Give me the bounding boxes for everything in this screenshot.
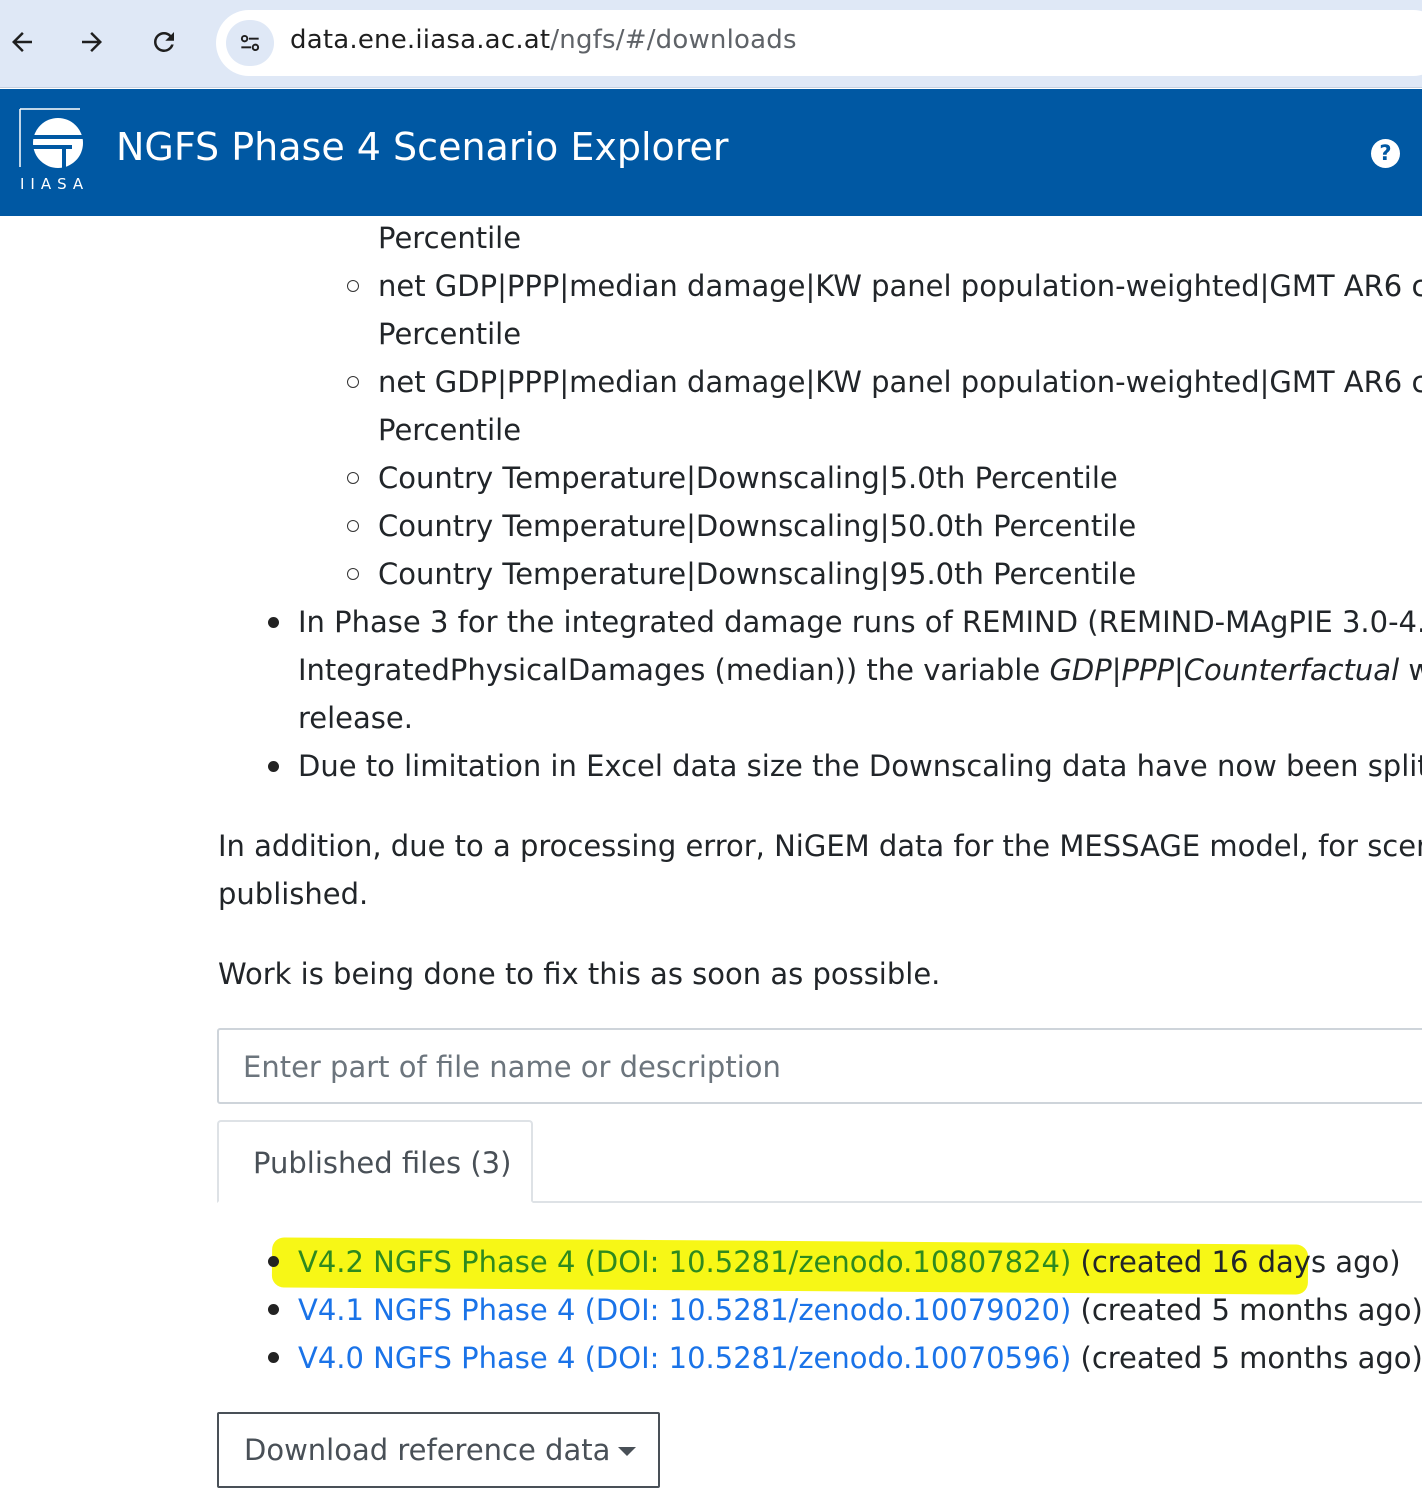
reload-button[interactable]	[140, 18, 188, 66]
list-item-text: Percentile	[378, 413, 522, 447]
search-input[interactable]	[243, 1050, 1393, 1084]
arrow-left-icon	[12, 32, 32, 52]
file-created: (created 5 months ago)	[1080, 1341, 1422, 1375]
file-list-item: V4.2 NGFS Phase 4 (DOI: 10.5281/zenodo.1…	[298, 1242, 1401, 1282]
url-path: /ngfs/#/downloads	[550, 25, 797, 55]
phase3-text-part: IntegratedPhysicalDamages (median)) the …	[298, 653, 1050, 687]
tab-label: Published files (3)	[253, 1146, 512, 1180]
help-icon[interactable]: ?	[1371, 139, 1400, 168]
site-info-icon[interactable]	[226, 20, 274, 66]
circle-bullet	[347, 376, 359, 388]
arrow-right-icon	[82, 32, 102, 52]
list-item-text: Country Temperature|Downscaling|95.0th P…	[378, 557, 1137, 591]
file-link[interactable]: V4.1 NGFS Phase 4 (DOI: 10.5281/zenodo.1…	[298, 1293, 1071, 1327]
phase3-text-line3: release.	[298, 701, 413, 735]
logo-text: IIASA	[20, 175, 90, 193]
dot-bullet	[268, 1256, 279, 1267]
list-item-text: Country Temperature|Downscaling|50.0th P…	[378, 509, 1137, 543]
main-content: Percentile net GDP|PPP|median damage|KW …	[0, 216, 1422, 1500]
file-list-item: V4.0 NGFS Phase 4 (DOI: 10.5281/zenodo.1…	[298, 1338, 1422, 1378]
file-link[interactable]: V4.0 NGFS Phase 4 (DOI: 10.5281/zenodo.1…	[298, 1341, 1071, 1375]
url-text[interactable]: data.ene.iiasa.ac.at/ngfs/#/downloads	[290, 25, 797, 55]
list-item-text: Percentile	[378, 317, 522, 351]
phase3-text-part: with	[1408, 653, 1422, 687]
variable-name: GDP|PPP|Counterfactual	[1049, 653, 1400, 687]
download-button-label: Download reference data	[244, 1433, 611, 1467]
file-link[interactable]: V4.2 NGFS Phase 4 (DOI: 10.5281/zenodo.1…	[298, 1245, 1071, 1279]
nigem-paragraph-line1: In addition, due to a processing error, …	[218, 829, 1422, 863]
work-paragraph: Work is being done to fix this as soon a…	[218, 957, 941, 991]
dot-bullet	[268, 761, 279, 772]
forward-button[interactable]	[68, 18, 116, 66]
circle-bullet	[347, 520, 359, 532]
file-created: (created 5 months ago)	[1080, 1293, 1422, 1327]
list-item-text: Percentile	[378, 221, 522, 255]
list-item-text: Country Temperature|Downscaling|5.0th Pe…	[378, 461, 1118, 495]
app-title: NGFS Phase 4 Scenario Explorer	[116, 125, 729, 169]
caret-down-icon	[618, 1447, 636, 1456]
list-item-text: net GDP|PPP|median damage|KW panel popul…	[378, 269, 1422, 303]
circle-bullet	[347, 280, 359, 292]
reload-icon	[154, 31, 174, 52]
circle-bullet	[347, 472, 359, 484]
url-host: data.ene.iiasa.ac.at	[290, 25, 551, 55]
nigem-paragraph-line2: published.	[218, 877, 369, 911]
list-item-text: net GDP|PPP|median damage|KW panel popul…	[378, 365, 1422, 399]
back-button[interactable]	[0, 18, 46, 66]
phase3-text-line1: In Phase 3 for the integrated damage run…	[298, 605, 1422, 639]
download-reference-data-button[interactable]: Download reference data	[217, 1412, 660, 1488]
file-search-box	[217, 1028, 1422, 1104]
phase3-text-line2: IntegratedPhysicalDamages (median)) the …	[298, 650, 1422, 690]
app-header: IIASA NGFS Phase 4 Scenario Explorer ?	[0, 89, 1422, 216]
browser-toolbar: data.ene.iiasa.ac.at/ngfs/#/downloads	[0, 0, 1422, 88]
excel-limitation-text: Due to limitation in Excel data size the…	[298, 749, 1422, 783]
address-bar[interactable]: data.ene.iiasa.ac.at/ngfs/#/downloads	[216, 10, 1422, 76]
dot-bullet	[268, 617, 279, 628]
tab-published-files[interactable]: Published files (3)	[217, 1120, 533, 1203]
circle-bullet	[347, 568, 359, 580]
dot-bullet	[268, 1352, 279, 1363]
file-created: (created 16 days ago)	[1080, 1245, 1401, 1279]
dot-bullet	[268, 1304, 279, 1315]
file-list-item: V4.1 NGFS Phase 4 (DOI: 10.5281/zenodo.1…	[298, 1290, 1422, 1330]
